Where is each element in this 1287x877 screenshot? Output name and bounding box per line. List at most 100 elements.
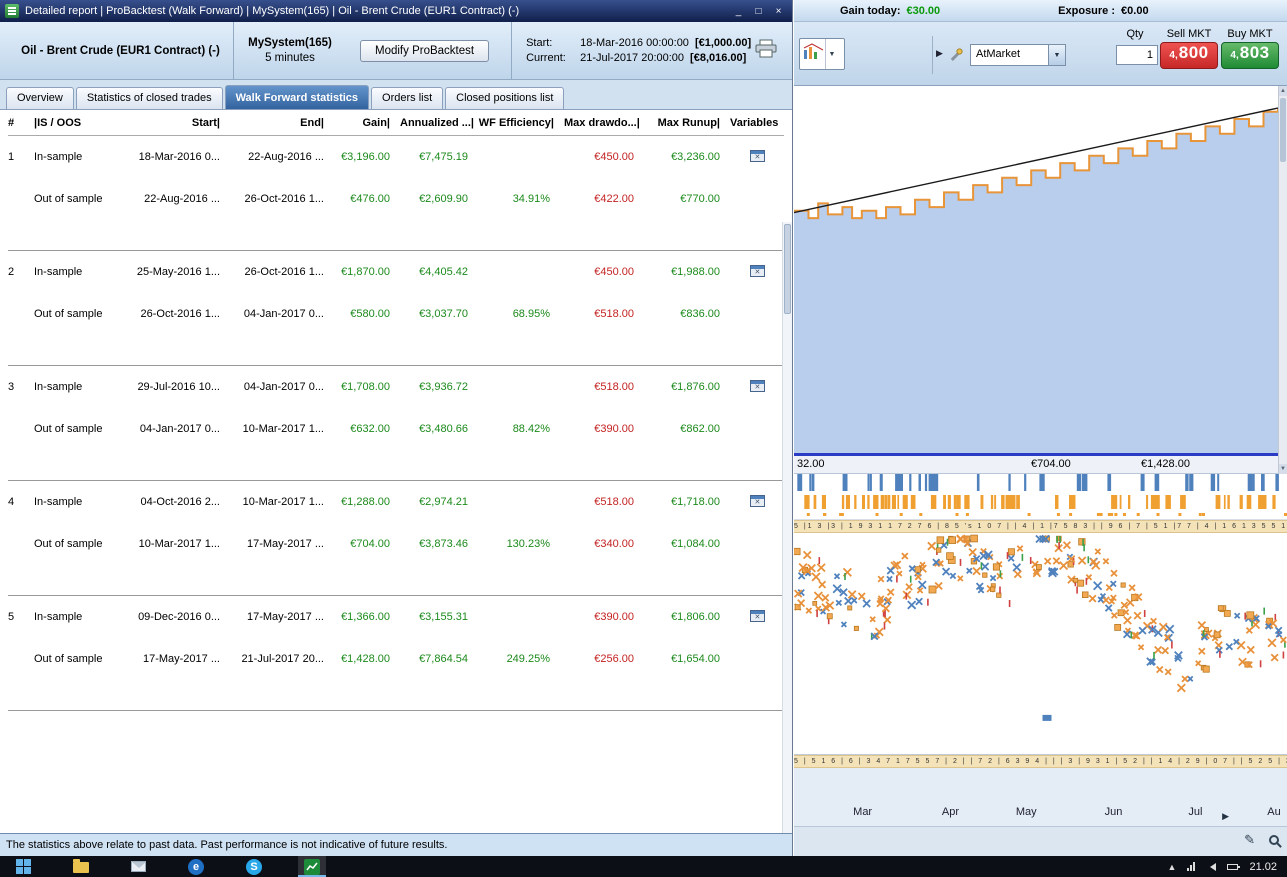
col-header-max-drawdown[interactable]: Max drawdo...|: [564, 117, 644, 129]
toolbar-separator: [932, 36, 933, 74]
col-header-wf-efficiency[interactable]: WF Efficiency|: [478, 117, 564, 129]
max-drawdown-value: €256.00: [594, 653, 634, 665]
wf-efficiency-value: 249.25%: [506, 653, 550, 665]
window-titlebar[interactable]: Detailed report | ProBacktest (Walk Forw…: [0, 0, 792, 22]
chevron-right-icon[interactable]: ▶: [936, 48, 943, 59]
volume-icon[interactable]: [1206, 862, 1217, 871]
annualized-value: €2,609.90: [419, 193, 468, 205]
current-value: 21-Jul-2017 20:00:00: [580, 52, 685, 64]
col-header-variables[interactable]: Variables: [730, 117, 784, 129]
chevron-down-icon[interactable]: ▼: [1048, 45, 1065, 65]
edge-browser-icon[interactable]: e: [182, 856, 210, 877]
is-oos-label: In-sample: [34, 611, 83, 623]
system-timeframe: 5 minutes: [265, 51, 315, 64]
row-number: 3: [8, 381, 15, 393]
equity-curve-chart[interactable]: [794, 86, 1287, 456]
tool-icon[interactable]: [946, 44, 966, 66]
max-drawdown-value: €450.00: [594, 151, 634, 163]
scroll-right-icon[interactable]: ▶: [1222, 811, 1229, 822]
in-sample-row: 3 In-sample 29-Jul-2016 10... 04-Jan-201…: [8, 366, 784, 408]
sell-market-button[interactable]: 4, 800: [1160, 42, 1218, 69]
tab-statistics-closed-trades[interactable]: Statistics of closed trades: [75, 87, 223, 109]
system-name: MySystem(165): [248, 36, 332, 49]
taskbar-clock[interactable]: 21.02: [1249, 861, 1277, 873]
max-drawdown-value: €518.00: [594, 308, 634, 320]
col-header-gain[interactable]: Gain|: [334, 117, 400, 129]
tab-closed-positions-list[interactable]: Closed positions list: [445, 87, 565, 109]
wf-group-1: 1 In-sample 18-Mar-2016 0... 22-Aug-2016…: [8, 136, 784, 251]
tab-orders-list[interactable]: Orders list: [371, 87, 444, 109]
scroll-up-icon[interactable]: ▲: [1279, 86, 1287, 96]
month-label: Jun: [1104, 806, 1123, 818]
skype-icon[interactable]: S: [240, 856, 268, 877]
row-number: 5: [8, 611, 15, 623]
maximize-button[interactable]: □: [750, 4, 767, 19]
variables-icon[interactable]: [749, 609, 765, 622]
end-date: 26-Oct-2016 1...: [244, 266, 325, 278]
tray-chevron-icon[interactable]: ▲: [1168, 862, 1177, 872]
tab-overview[interactable]: Overview: [6, 87, 74, 109]
start-button[interactable]: [10, 856, 37, 877]
price-chart[interactable]: [794, 533, 1287, 754]
out-of-sample-row: Out of sample 26-Oct-2016 1... 04-Jan-20…: [8, 293, 784, 335]
variables-icon[interactable]: [749, 494, 765, 507]
battery-icon[interactable]: [1227, 863, 1241, 870]
end-date: 17-May-2017 ...: [246, 611, 324, 623]
col-header-annualized[interactable]: Annualized ...|: [400, 117, 478, 129]
report-scrollbar-thumb[interactable]: [784, 224, 791, 314]
chevron-down-icon[interactable]: ▼: [825, 39, 838, 69]
gain-value: €632.00: [350, 423, 390, 435]
start-date: 17-May-2017 ...: [142, 653, 220, 665]
scroll-down-icon[interactable]: ▼: [1279, 464, 1287, 474]
mail-icon[interactable]: [125, 856, 152, 877]
qty-input[interactable]: [1116, 45, 1158, 65]
out-of-sample-row: Out of sample 17-May-2017 ... 21-Jul-201…: [8, 638, 784, 680]
gain-value: €1,870.00: [341, 266, 390, 278]
start-date: 26-Oct-2016 1...: [140, 308, 221, 320]
trading-panel: Gain today: €30.00 Exposure : €0.00 ▼ ▶ …: [794, 0, 1287, 856]
wf-efficiency-value: 68.95%: [512, 308, 550, 320]
zoom-icon[interactable]: [1269, 835, 1279, 845]
is-oos-label: In-sample: [34, 496, 83, 508]
annualized-value: €3,936.72: [419, 381, 468, 393]
network-icon[interactable]: [1187, 862, 1196, 871]
end-date: 04-Jan-2017 0...: [243, 381, 324, 393]
report-scrollbar[interactable]: [782, 222, 792, 833]
current-amount: [€8,016.00]: [690, 52, 747, 64]
equity-scrollbar-thumb[interactable]: [1280, 98, 1286, 162]
col-header-num[interactable]: #: [8, 117, 34, 129]
trading-app-icon[interactable]: [298, 856, 326, 877]
month-label: Au: [1267, 806, 1281, 818]
gain-value: €704.00: [350, 538, 390, 550]
equity-svg: [794, 107, 1278, 453]
draw-pen-icon[interactable]: ✎: [1244, 832, 1255, 848]
max-runup-value: €836.00: [680, 308, 720, 320]
col-header-end[interactable]: End|: [230, 117, 334, 129]
minimize-button[interactable]: _: [730, 4, 747, 19]
instrument-name: Oil - Brent Crude (EUR1 Contract) (-): [8, 22, 234, 79]
sell-mkt-label: Sell MKT: [1166, 28, 1212, 40]
chart-type-button[interactable]: ▼: [799, 38, 845, 70]
close-button[interactable]: ×: [770, 4, 787, 19]
col-header-isoos[interactable]: |IS / OOS: [34, 117, 118, 129]
file-explorer-icon[interactable]: [67, 856, 95, 877]
variables-icon[interactable]: [749, 379, 765, 392]
variables-icon[interactable]: [749, 149, 765, 162]
modify-probacktest-button[interactable]: Modify ProBacktest: [360, 39, 490, 62]
buy-market-button[interactable]: 4, 803: [1221, 42, 1279, 69]
printer-icon[interactable]: [754, 39, 778, 63]
equity-scrollbar[interactable]: ▲ ▼: [1278, 86, 1287, 474]
order-type-select[interactable]: AtMarket ▼: [970, 44, 1066, 66]
variables-icon[interactable]: [749, 264, 765, 277]
max-runup-value: €862.00: [680, 423, 720, 435]
end-date: 17-May-2017 ...: [246, 538, 324, 550]
tick-numbers-row-1: 5 |1 3 |3 | 1 9 3 1 1 7 2 7 6 | 8 5 's 1…: [794, 520, 1287, 533]
col-header-max-runup[interactable]: Max Runup|: [644, 117, 730, 129]
end-date: 04-Jan-2017 0...: [243, 308, 324, 320]
start-date: 04-Jan-2017 0...: [139, 423, 220, 435]
max-runup-value: €1,988.00: [671, 266, 720, 278]
chart-style-icon: [800, 42, 825, 66]
tab-walk-forward-statistics[interactable]: Walk Forward statistics: [224, 85, 370, 109]
detailed-report-window: Detailed report | ProBacktest (Walk Forw…: [0, 0, 793, 856]
col-header-start[interactable]: Start|: [118, 117, 230, 129]
